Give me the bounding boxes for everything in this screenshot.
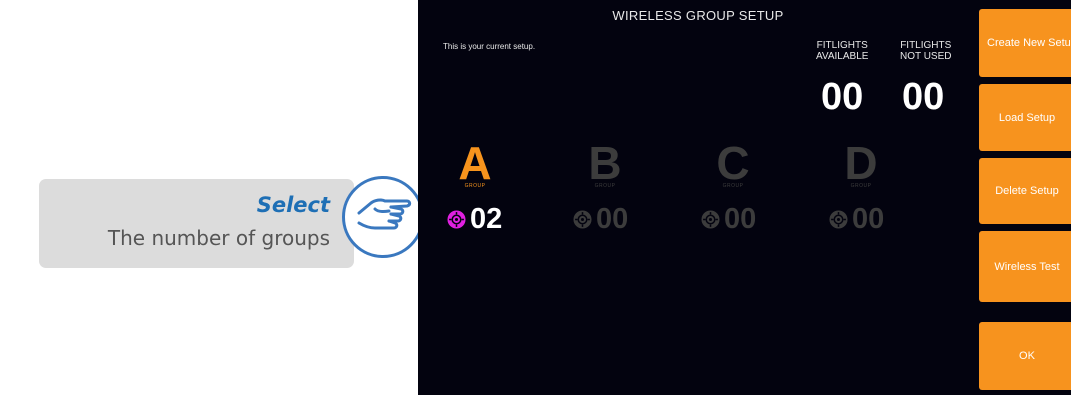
fitlights-available-value: 00 bbox=[821, 76, 864, 118]
pointing-hand-icon bbox=[342, 176, 424, 258]
group-d-count: 00 bbox=[852, 203, 885, 235]
gear-icon bbox=[701, 209, 720, 229]
callout-description: The number of groups bbox=[107, 226, 330, 250]
wireless-test-button[interactable]: Wireless Test bbox=[979, 231, 1071, 302]
tablet-screen: WIRELESS GROUP SETUP This is your curren… bbox=[418, 0, 1071, 395]
fitlights-available-header: FITLIGHTS AVAILABLE bbox=[816, 40, 869, 62]
gear-icon bbox=[829, 209, 848, 229]
group-a[interactable]: A GROUP bbox=[455, 140, 495, 189]
group-d-count-selector[interactable]: 00 bbox=[829, 202, 884, 236]
group-b-count: 00 bbox=[596, 203, 629, 235]
load-setup-button[interactable]: Load Setup bbox=[979, 84, 1071, 151]
instruction-callout: Select The number of groups bbox=[39, 179, 354, 268]
group-d-letter: D bbox=[844, 137, 878, 189]
group-a-count-selector[interactable]: 02 bbox=[447, 202, 502, 236]
gear-icon bbox=[447, 209, 466, 229]
group-b-letter: B bbox=[588, 137, 622, 189]
fitlights-not-used-header: FITLIGHTS NOT USED bbox=[900, 40, 952, 62]
create-new-setup-button[interactable]: Create New Setup bbox=[979, 9, 1071, 77]
group-c-letter: C bbox=[716, 137, 750, 189]
fitlights-not-used-value: 00 bbox=[902, 76, 945, 118]
delete-setup-button[interactable]: Delete Setup bbox=[979, 158, 1071, 224]
group-b-count-selector[interactable]: 00 bbox=[573, 202, 628, 236]
group-a-letter: A bbox=[458, 137, 492, 189]
group-b[interactable]: B GROUP bbox=[585, 140, 625, 189]
group-c-count-selector[interactable]: 00 bbox=[701, 202, 756, 236]
page-title: WIRELESS GROUP SETUP bbox=[612, 8, 784, 23]
group-d[interactable]: D GROUP bbox=[841, 140, 881, 189]
ok-button[interactable]: OK bbox=[979, 322, 1071, 390]
callout-select-label: Select bbox=[256, 193, 330, 217]
group-c-count: 00 bbox=[724, 203, 757, 235]
group-a-count: 02 bbox=[470, 203, 503, 235]
gear-icon bbox=[573, 209, 592, 229]
group-c[interactable]: C GROUP bbox=[713, 140, 753, 189]
current-setup-text: This is your current setup. bbox=[443, 42, 536, 51]
